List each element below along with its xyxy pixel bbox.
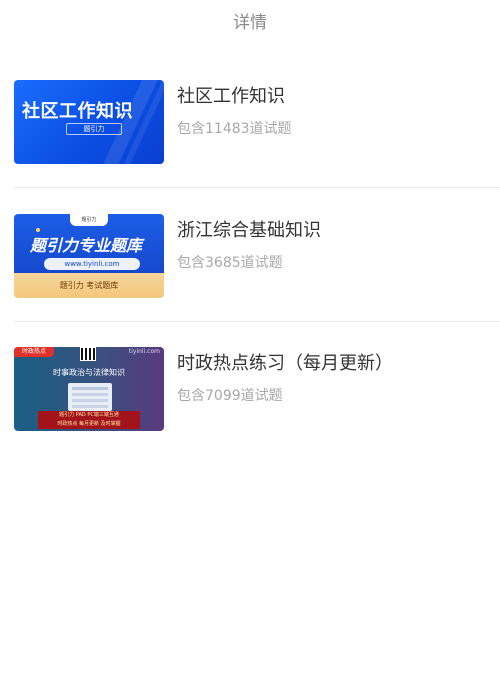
list-item[interactable]: 时政热点 tiyinli.com 时事政治与法律知识 题引力 PAD PC端三端… [14, 347, 500, 431]
list-item[interactable]: 题引力 题引力专业题库 www.tiyinli.com 题引力 考试题库 浙江综… [14, 214, 500, 298]
thumbnail-footer: 题引力 考试题库 [59, 281, 119, 290]
thumbnail-tag: 题引力 [66, 123, 122, 135]
item-question-count: 包含7099道试题 [177, 388, 283, 404]
thumbnail-footer-line: 题引力 PAD PC端三端互通 [59, 412, 119, 418]
item-question-count: 包含3685道试题 [177, 255, 283, 271]
thumbnail-headline: 题引力专业题库 [30, 236, 143, 255]
thumbnail-headline: 社区工作知识 [22, 101, 133, 122]
course-thumbnail: 时政热点 tiyinli.com 时事政治与法律知识 题引力 PAD PC端三端… [14, 347, 164, 431]
course-thumbnail: 题引力 题引力专业题库 www.tiyinli.com 题引力 考试题库 [14, 214, 164, 298]
qr-code-icon [80, 347, 96, 361]
thumbnail-headline: 时事政治与法律知识 [53, 368, 125, 377]
thumbnail-footer-line: 时政热点 每月更新 及时掌握 [57, 421, 121, 427]
thumbnail-logo: 题引力 [70, 214, 108, 226]
divider [14, 321, 500, 322]
thumbnail-corner-text: tiyinli.com [128, 348, 160, 355]
thumbnail-footer: 题引力 PAD PC端三端互通 时政热点 每月更新 及时掌握 [38, 411, 140, 429]
thumbnail-url: www.tiyinli.com [44, 258, 140, 270]
page-title: 详情 [233, 13, 267, 33]
course-thumbnail: 社区工作知识 题引力 [14, 80, 164, 164]
item-question-count: 包含11483道试题 [177, 121, 292, 137]
device-screen-icon [68, 383, 112, 411]
divider [14, 187, 500, 188]
list-item[interactable]: 社区工作知识 题引力 社区工作知识 包含11483道试题 [14, 80, 500, 164]
item-title: 浙江综合基础知识 [177, 220, 321, 241]
thumbnail-badge: 时政热点 [14, 347, 54, 357]
item-title: 社区工作知识 [177, 86, 285, 107]
item-title: 时政热点练习（每月更新） [177, 353, 393, 374]
